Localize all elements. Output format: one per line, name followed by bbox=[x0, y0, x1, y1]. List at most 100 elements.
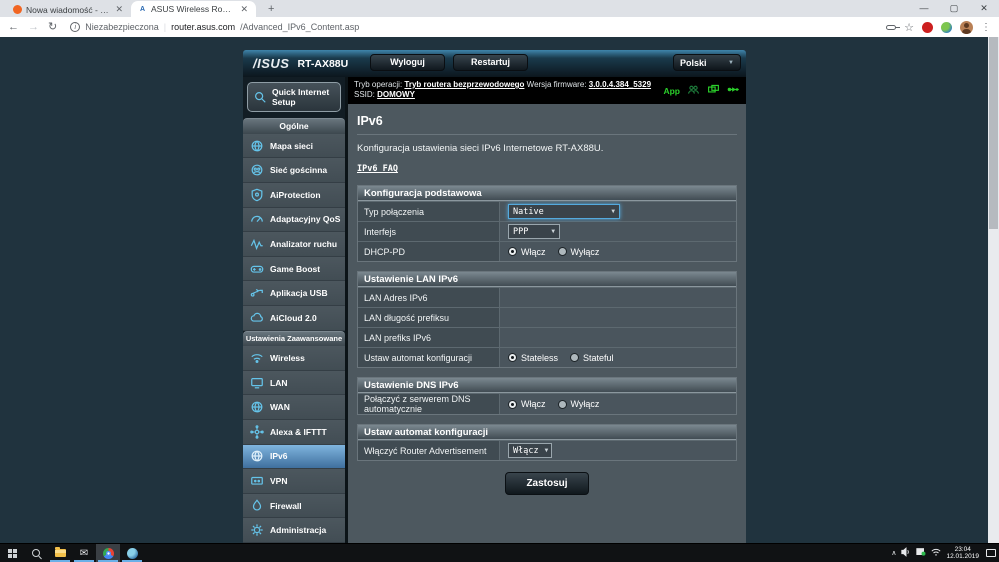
bookmark-star-icon[interactable]: ☆ bbox=[904, 21, 914, 34]
sidebar-item-alexa-ifttt[interactable]: Alexa & IFTTT bbox=[243, 420, 345, 445]
browser2-button[interactable] bbox=[120, 544, 144, 562]
forward-icon[interactable]: → bbox=[28, 17, 39, 37]
new-tab-button[interactable]: + bbox=[264, 3, 278, 15]
url-host: router.asus.com bbox=[171, 22, 235, 32]
reboot-button[interactable]: Restartuj bbox=[453, 54, 528, 71]
security-status-icon[interactable] bbox=[916, 544, 926, 562]
tab-title: Nowa wiadomość - Nasz Orange bbox=[26, 5, 110, 15]
sidebar-item-wan[interactable]: WAN bbox=[243, 395, 345, 420]
scrollbar-thumb[interactable] bbox=[989, 37, 998, 229]
back-icon[interactable]: ← bbox=[8, 17, 19, 37]
sidebar-item-label: WAN bbox=[270, 402, 290, 412]
cloud-icon bbox=[250, 311, 264, 325]
sidebar-item-administracja[interactable]: Administracja bbox=[243, 518, 345, 543]
window-controls: — ▢ ✕ bbox=[909, 0, 999, 17]
info-icon[interactable]: i bbox=[70, 22, 80, 32]
asus-favicon: A bbox=[138, 5, 147, 14]
firmware-link[interactable]: 3.0.0.4.384_5329 bbox=[589, 80, 651, 89]
chrome-button[interactable] bbox=[96, 544, 120, 562]
form-row-router-advertisement: Włączyć Router Advertisement Włącz ▼ bbox=[358, 440, 736, 460]
field-label: LAN długość prefiksu bbox=[358, 308, 500, 327]
language-select[interactable]: Polski ▼ bbox=[673, 54, 741, 71]
clock-time: 23:04 bbox=[946, 546, 979, 554]
clients-icon[interactable] bbox=[687, 83, 700, 99]
usb-status-icon[interactable] bbox=[727, 83, 740, 99]
lan-status-icon[interactable] bbox=[707, 83, 720, 99]
main-content: IPv6 Konfiguracja ustawienia sieci IPv6 … bbox=[348, 104, 746, 543]
taskbar-clock[interactable]: 23:04 12.01.2019 bbox=[946, 546, 979, 561]
sidebar-section-general: Ogólne bbox=[243, 118, 345, 134]
action-center-icon[interactable] bbox=[986, 549, 996, 557]
start-button[interactable] bbox=[0, 544, 24, 562]
url-divider: | bbox=[164, 22, 166, 32]
globe-extension-icon[interactable] bbox=[941, 22, 952, 33]
chevron-down-icon: ▼ bbox=[551, 228, 555, 235]
sidebar-item-ipv6[interactable]: IPv6 bbox=[243, 445, 345, 470]
router-header: /ISUS RT-AX88U Wyloguj Restartuj Polski … bbox=[243, 50, 746, 77]
sidebar-item-aicloud[interactable]: AiCloud 2.0 bbox=[243, 306, 345, 331]
sidebar-item-label: Aplikacja USB bbox=[270, 288, 328, 298]
stateful-radio[interactable] bbox=[570, 353, 579, 362]
tab-orange-mail[interactable]: Nowa wiadomość - Nasz Orange ✕ bbox=[6, 2, 131, 17]
tray-expand-icon[interactable]: ∧ bbox=[891, 549, 896, 557]
sidebar-item-analizator-ruchu[interactable]: Analizator ruchu bbox=[243, 232, 345, 257]
tab-close-icon[interactable]: ✕ bbox=[114, 4, 124, 15]
dhcp-pd-enable-radio[interactable] bbox=[508, 247, 517, 256]
sidebar-item-aplikacja-usb[interactable]: Aplikacja USB bbox=[243, 281, 345, 306]
connection-type-select[interactable]: Native ▼ bbox=[508, 204, 620, 219]
sidebar-item-label: AiProtection bbox=[270, 190, 321, 200]
network-wifi-icon[interactable] bbox=[931, 544, 941, 562]
logout-button[interactable]: Wyloguj bbox=[370, 54, 445, 71]
traffic-waveform-icon bbox=[250, 237, 264, 251]
asus-router-app: /ISUS RT-AX88U Wyloguj Restartuj Polski … bbox=[243, 50, 746, 543]
ipv6-faq-link[interactable]: IPv6 FAQ bbox=[357, 164, 398, 174]
sidebar-item-mapa-sieci[interactable]: Mapa sieci bbox=[243, 134, 345, 159]
dns-auto-disable-radio[interactable] bbox=[558, 400, 567, 409]
field-label: DHCP-PD bbox=[358, 242, 500, 261]
file-explorer-button[interactable] bbox=[48, 544, 72, 562]
sidebar-item-label: Mapa sieci bbox=[270, 141, 313, 151]
sidebar-item-label: Adaptacyjny QoS bbox=[270, 214, 340, 224]
op-mode-link[interactable]: Tryb routera bezprzewodowego bbox=[404, 80, 524, 89]
profile-avatar[interactable] bbox=[960, 21, 973, 34]
tab-close-icon[interactable]: ✕ bbox=[239, 4, 249, 15]
monitor-icon bbox=[250, 376, 264, 390]
sidebar: Quick Internet Setup Ogólne Mapa sieci S… bbox=[243, 77, 345, 543]
page-scrollbar[interactable] bbox=[988, 37, 999, 543]
reload-icon[interactable]: ↻ bbox=[48, 17, 57, 37]
password-key-icon[interactable] bbox=[886, 25, 896, 30]
close-button[interactable]: ✕ bbox=[969, 0, 999, 17]
minimize-button[interactable]: — bbox=[909, 0, 939, 17]
sidebar-item-lan[interactable]: LAN bbox=[243, 371, 345, 396]
sidebar-item-wireless[interactable]: Wireless bbox=[243, 346, 345, 371]
router-advertisement-select[interactable]: Włącz ▼ bbox=[508, 443, 552, 458]
sidebar-item-siec-goscinna[interactable]: Sieć gościnna bbox=[243, 158, 345, 183]
radio-label: Stateful bbox=[583, 353, 614, 363]
form-row-lan-prefix: LAN prefiks IPv6 bbox=[358, 327, 736, 347]
stateless-radio[interactable] bbox=[508, 353, 517, 362]
ssid-link[interactable]: DOMOWY bbox=[377, 90, 415, 99]
dhcp-pd-disable-radio[interactable] bbox=[558, 247, 567, 256]
field-label: LAN prefiks IPv6 bbox=[358, 328, 500, 347]
dns-auto-enable-radio[interactable] bbox=[508, 400, 517, 409]
tab-asus-router[interactable]: A ASUS Wireless Router RT-AX88U ✕ bbox=[131, 1, 256, 17]
sidebar-item-firewall[interactable]: Firewall bbox=[243, 494, 345, 519]
sidebar-item-adaptacyjny-qos[interactable]: Adaptacyjny QoS bbox=[243, 208, 345, 233]
quick-internet-setup-button[interactable]: Quick Internet Setup bbox=[247, 82, 341, 112]
taskbar-search-button[interactable] bbox=[24, 544, 48, 562]
browser-address-bar: ← → ↻ i Niezabezpieczona | router.asus.c… bbox=[0, 17, 999, 37]
mail-button[interactable]: ✉ bbox=[72, 544, 96, 562]
sidebar-item-game-boost[interactable]: Game Boost bbox=[243, 257, 345, 282]
sidebar-item-aiprotection[interactable]: AiProtection bbox=[243, 183, 345, 208]
speaker-icon[interactable] bbox=[901, 544, 911, 562]
adblock-extension-icon[interactable] bbox=[922, 22, 933, 33]
vpn-monitor-icon bbox=[250, 474, 264, 488]
maximize-button[interactable]: ▢ bbox=[939, 0, 969, 17]
browser-menu-icon[interactable]: ⋮ bbox=[981, 22, 991, 33]
form-row-dns-auto: Połączyć z serwerem DNS automatycznie Wł… bbox=[358, 393, 736, 414]
url-input[interactable]: i Niezabezpieczona | router.asus.com/Adv… bbox=[66, 22, 877, 32]
interface-select[interactable]: PPP ▼ bbox=[508, 224, 560, 239]
sidebar-item-vpn[interactable]: VPN bbox=[243, 469, 345, 494]
apply-button[interactable]: Zastosuj bbox=[505, 472, 588, 495]
app-link[interactable]: App bbox=[663, 86, 680, 96]
